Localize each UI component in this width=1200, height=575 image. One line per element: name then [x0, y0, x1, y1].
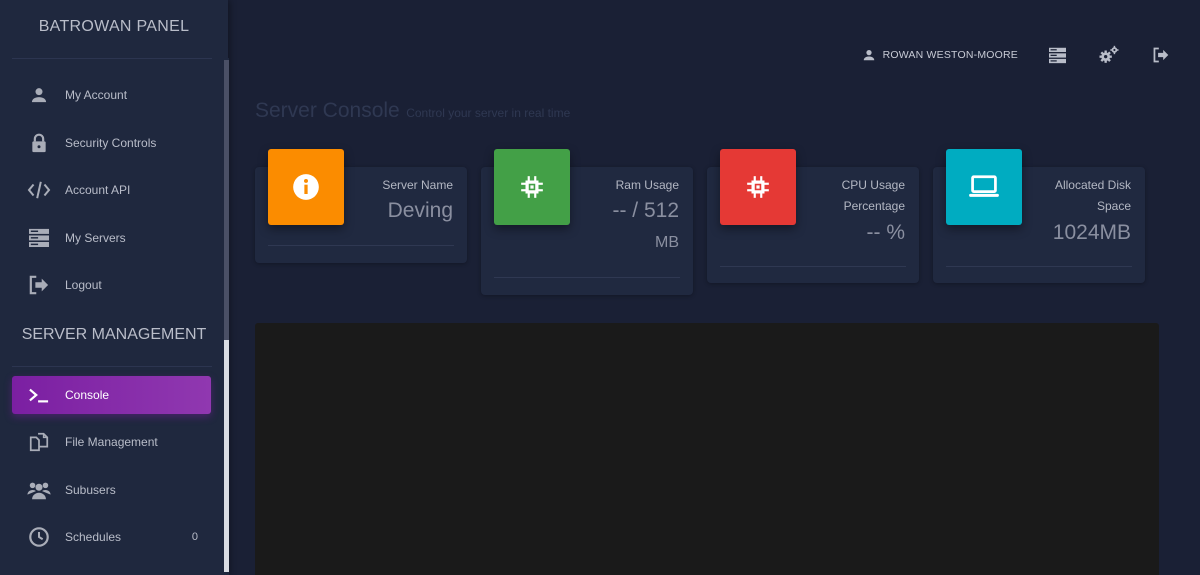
sidebar-item-my-account[interactable]: My Account: [12, 76, 211, 114]
sidebar-item-label: Account API: [65, 183, 131, 197]
sidebar-item-label: Logout: [65, 278, 102, 292]
sidebar-item-security-controls[interactable]: Security Controls: [12, 124, 211, 162]
card-divider: [268, 245, 454, 246]
gears-icon[interactable]: [1098, 44, 1120, 66]
sidebar-item-my-servers[interactable]: My Servers: [12, 219, 211, 257]
page-subtitle: Control your server in real time: [406, 106, 571, 120]
sidebar-item-label: Subusers: [65, 483, 116, 497]
ram-usage-card: Ram Usage -- / 512 MB: [481, 149, 693, 295]
ram-usage-unit: MB: [655, 234, 679, 251]
info-icon: [268, 149, 344, 225]
section-title-server-management: SERVER MANAGEMENT: [21, 326, 207, 343]
sidebar-divider: [12, 58, 212, 59]
card-category: Allocated Disk: [1054, 178, 1131, 192]
sidebar-divider: [12, 366, 212, 367]
server-icon[interactable]: [1046, 44, 1068, 66]
sidebar-scrollbar-upper[interactable]: [224, 60, 229, 340]
disk-space-value: 1024MB: [1052, 221, 1131, 244]
topbar: ROWAN WESTON-MOORE: [861, 44, 1172, 66]
chip-icon: [720, 149, 796, 225]
logout-icon: [26, 272, 52, 298]
cpu-usage-value: -- %: [866, 221, 906, 244]
sidebar: BATROWAN PANEL My Account Security Contr…: [0, 0, 228, 575]
user-icon: [861, 44, 877, 66]
card-category: Server Name: [382, 178, 453, 192]
card-category: CPU Usage: [841, 178, 905, 192]
sidebar-item-file-management[interactable]: File Management: [12, 423, 211, 461]
users-icon: [26, 477, 52, 503]
clock-icon: [26, 524, 52, 550]
user-menu[interactable]: ROWAN WESTON-MOORE: [861, 44, 1018, 66]
sidebar-item-label: Security Controls: [65, 136, 157, 150]
sidebar-item-subusers[interactable]: Subusers: [12, 471, 211, 509]
card-category-line2: Percentage: [843, 199, 905, 213]
sidebar-item-account-api[interactable]: Account API: [12, 171, 211, 209]
user-name: ROWAN WESTON-MOORE: [882, 49, 1018, 61]
card-category-line2: Space: [1096, 199, 1131, 213]
sidebar-item-schedules[interactable]: Schedules 0: [12, 518, 211, 556]
card-divider: [494, 277, 680, 278]
brand-title[interactable]: BATROWAN PANEL: [0, 18, 228, 36]
logout-icon[interactable]: [1150, 44, 1172, 66]
user-icon: [26, 82, 52, 108]
cpu-usage-card: CPU Usage Percentage -- %: [707, 149, 919, 283]
code-icon: [26, 177, 52, 203]
ram-usage-value: -- / 512: [612, 199, 679, 222]
laptop-icon: [946, 149, 1022, 225]
console-terminal[interactable]: [255, 323, 1159, 575]
sidebar-item-label: File Management: [65, 435, 158, 449]
sidebar-item-console[interactable]: Console: [12, 376, 211, 414]
card-divider: [720, 266, 906, 267]
schedules-count-badge: 0: [191, 531, 198, 543]
disk-space-card: Allocated Disk Space 1024MB: [933, 149, 1145, 283]
server-name-card: Server Name Deving: [255, 149, 467, 263]
terminal-icon: [26, 382, 52, 408]
sidebar-item-label: My Servers: [65, 231, 126, 245]
sidebar-item-label: Console: [65, 388, 110, 402]
card-category: Ram Usage: [615, 178, 679, 192]
sidebar-scrollbar-thumb[interactable]: [224, 340, 229, 572]
server-name-value: Deving: [387, 199, 453, 222]
page-heading: Server Console Control your server in re…: [255, 99, 570, 123]
server-icon: [26, 225, 52, 251]
sidebar-item-label: My Account: [65, 88, 128, 102]
card-divider: [946, 266, 1132, 267]
sidebar-item-logout[interactable]: Logout: [12, 266, 211, 304]
page-title: Server Console: [255, 99, 400, 122]
lock-icon: [26, 130, 52, 156]
chip-icon: [494, 149, 570, 225]
sidebar-item-label: Schedules: [65, 530, 122, 544]
files-icon: [26, 429, 52, 455]
